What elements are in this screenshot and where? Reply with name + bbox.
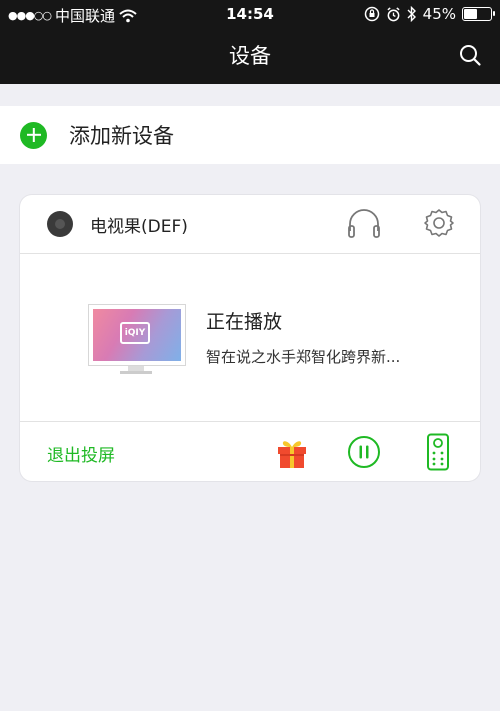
- headphones-icon[interactable]: [346, 207, 382, 239]
- gear-icon[interactable]: [423, 207, 455, 239]
- plus-circle-icon: [20, 121, 47, 149]
- alarm-icon: [387, 6, 400, 21]
- now-playing-subtitle: 智在说之水手郑智化跨界新...: [206, 348, 401, 366]
- bluetooth-icon: [407, 6, 416, 22]
- add-device-row[interactable]: 添加新设备: [0, 106, 500, 164]
- exit-cast-button[interactable]: 退出投屏: [47, 441, 115, 466]
- top-bar: ●●●○○ 中国联通 14:54 45% 设备: [0, 0, 500, 84]
- battery-percent: 45%: [422, 5, 456, 23]
- device-card-header: 电视果(DEF): [20, 195, 480, 254]
- page-title: 设备: [229, 44, 271, 68]
- device-name: 电视果(DEF): [90, 217, 188, 237]
- device-card: 电视果(DEF) iQIY 正在播放 智在说之水手郑智化跨界新... 退出投屏: [20, 195, 480, 481]
- add-device-label: 添加新设备: [69, 124, 174, 148]
- now-playing-section[interactable]: iQIY 正在播放 智在说之水手郑智化跨界新...: [20, 254, 480, 422]
- pause-icon[interactable]: [347, 435, 381, 469]
- iqiyi-logo: iQIY: [120, 322, 150, 344]
- device-card-footer: 退出投屏: [20, 422, 480, 481]
- search-icon[interactable]: [458, 43, 482, 67]
- orientation-lock-icon: [364, 6, 379, 22]
- gift-icon[interactable]: [275, 435, 309, 469]
- battery-icon: [462, 7, 495, 21]
- tv-thumbnail: iQIY: [88, 304, 186, 376]
- device-avatar: [47, 211, 73, 237]
- now-playing-title: 正在播放: [206, 311, 283, 333]
- remote-control-icon[interactable]: [425, 433, 451, 471]
- status-bar: ●●●○○ 中国联通 14:54 45%: [0, 0, 500, 28]
